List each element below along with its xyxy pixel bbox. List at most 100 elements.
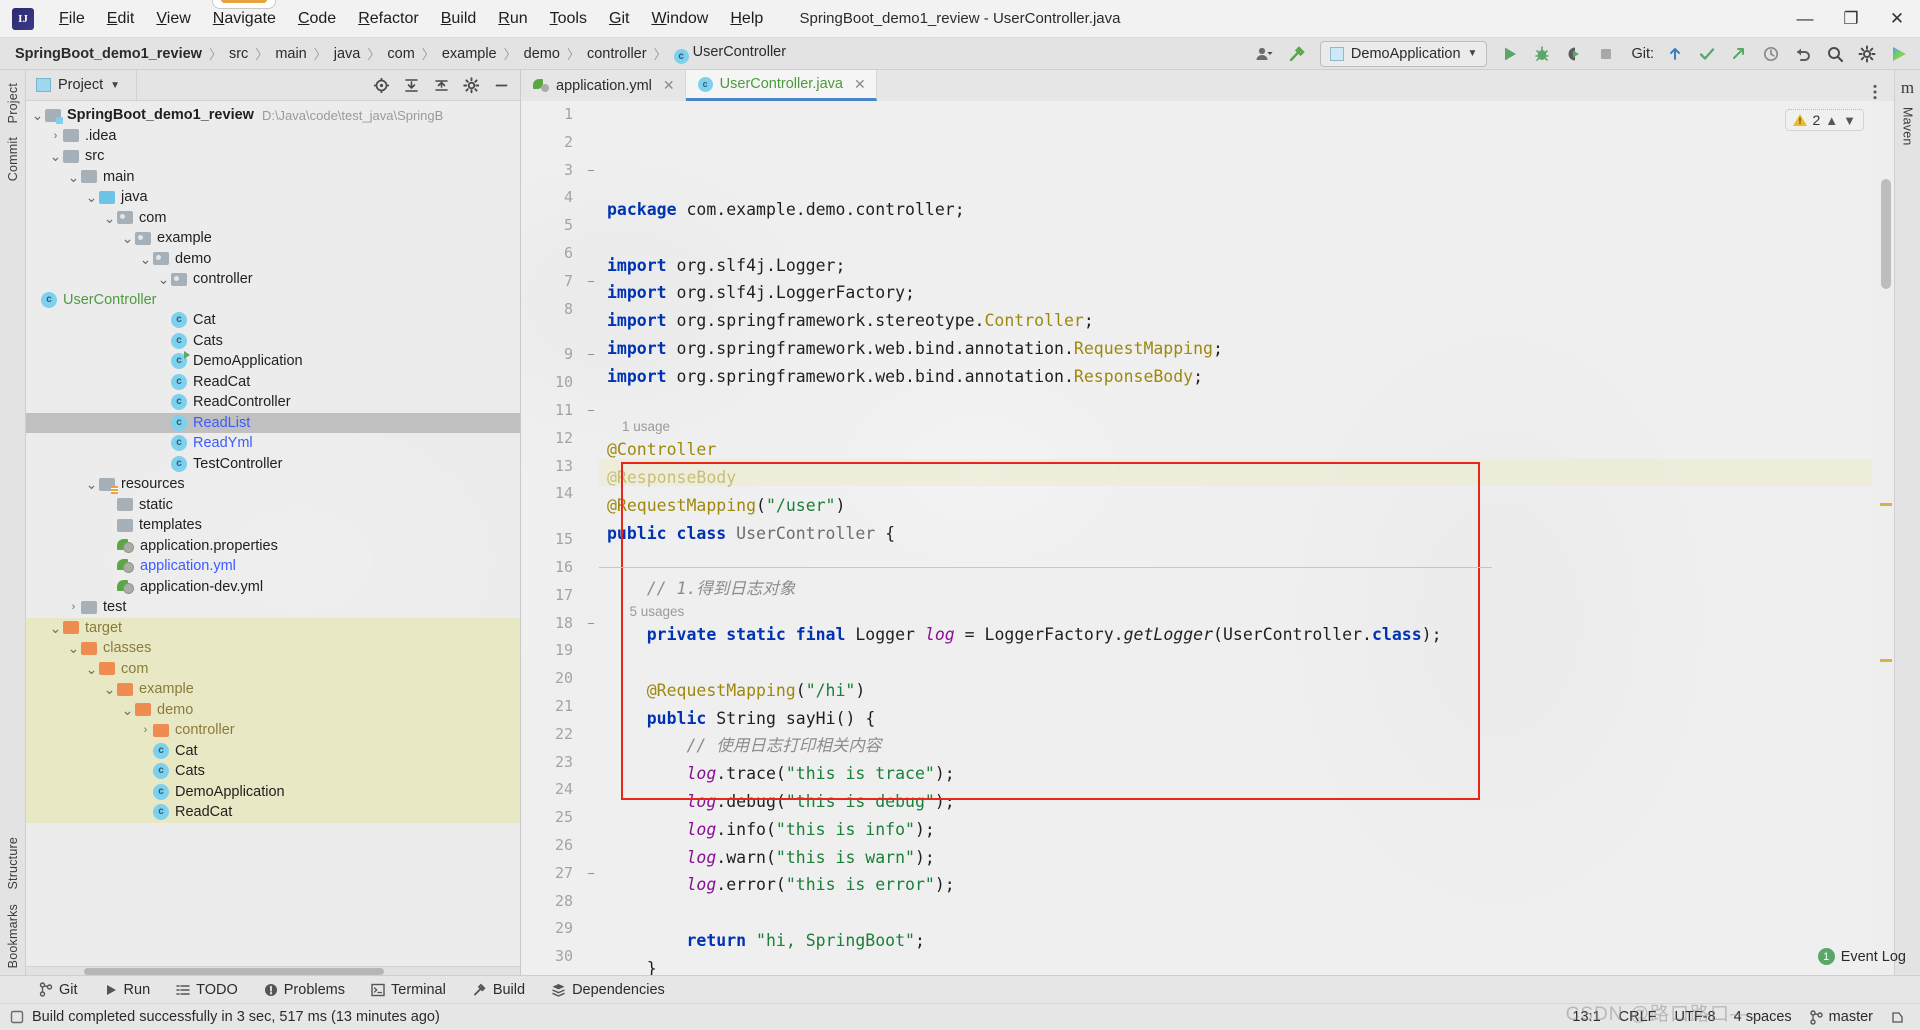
rail-item-commit[interactable]: Commit bbox=[6, 130, 20, 188]
chevron-down-icon[interactable]: ⌄ bbox=[48, 621, 63, 635]
tree-node-testcontroller[interactable]: c TestController bbox=[26, 454, 520, 475]
maximize-button[interactable]: ❐ bbox=[1828, 0, 1874, 38]
breadcrumb-item-src[interactable]: src bbox=[224, 44, 253, 64]
tree-node-main[interactable]: ⌄ main bbox=[26, 167, 520, 188]
line-number[interactable]: 7 bbox=[521, 268, 573, 296]
project-horizontal-scrollbar[interactable] bbox=[26, 966, 520, 975]
build-status[interactable]: Build completed successfully in 3 sec, 5… bbox=[10, 1009, 440, 1025]
tree-node-templates[interactable]: templates bbox=[26, 515, 520, 536]
tool-window-button-run[interactable]: Run bbox=[91, 976, 164, 1004]
previous-problem-icon[interactable]: ▲ bbox=[1825, 113, 1838, 128]
rail-item-bookmarks[interactable]: Bookmarks bbox=[6, 897, 20, 975]
line-number[interactable] bbox=[521, 508, 573, 526]
tree-node-controller[interactable]: › controller bbox=[26, 720, 520, 741]
tree-node-readcat[interactable]: c ReadCat bbox=[26, 372, 520, 393]
project-settings-gear-icon[interactable] bbox=[456, 72, 486, 98]
project-title[interactable]: Project ▼ bbox=[26, 77, 130, 93]
line-number[interactable]: 28 bbox=[521, 888, 573, 916]
tree-node-target[interactable]: ⌄ target bbox=[26, 617, 520, 638]
tree-node-cats[interactable]: c Cats bbox=[26, 761, 520, 782]
chevron-down-icon[interactable]: ⌄ bbox=[102, 211, 117, 225]
next-problem-icon[interactable]: ▼ bbox=[1843, 113, 1856, 128]
line-number[interactable]: 3 bbox=[521, 157, 573, 185]
tree-node-demoapplication[interactable]: c DemoApplication bbox=[26, 781, 520, 802]
debug-icon[interactable] bbox=[1527, 41, 1557, 67]
line-number[interactable]: 29 bbox=[521, 915, 573, 943]
menu-item-code[interactable]: Code bbox=[287, 5, 347, 33]
chevron-down-icon[interactable]: ⌄ bbox=[48, 149, 63, 163]
menu-item-run[interactable]: Run bbox=[487, 5, 538, 33]
chevron-down-icon[interactable]: ⌄ bbox=[30, 108, 45, 122]
git-branch-widget[interactable]: master bbox=[1809, 1009, 1873, 1025]
git-history-icon[interactable] bbox=[1756, 41, 1786, 67]
rail-item-maven[interactable]: Maven bbox=[1901, 100, 1915, 153]
line-number[interactable]: 20 bbox=[521, 665, 573, 693]
tree-node-example[interactable]: ⌄ example bbox=[26, 228, 520, 249]
breadcrumb-item-com[interactable]: com bbox=[382, 44, 419, 64]
run-icon[interactable] bbox=[1495, 41, 1525, 67]
breadcrumb-item-java[interactable]: java bbox=[329, 44, 366, 64]
run-configuration-selector[interactable]: DemoApplication ▼ bbox=[1319, 40, 1488, 67]
tree-node-readyml[interactable]: c ReadYml bbox=[26, 433, 520, 454]
menu-item-view[interactable]: View bbox=[145, 5, 201, 33]
tree-node-usercontroller[interactable]: c UserController bbox=[26, 290, 520, 311]
chevron-right-icon[interactable]: › bbox=[48, 130, 63, 142]
breadcrumb-item-example[interactable]: example bbox=[437, 44, 502, 64]
menu-item-edit[interactable]: Edit bbox=[96, 5, 146, 33]
tree-node-application-dev-yml[interactable]: application-dev.yml bbox=[26, 577, 520, 598]
fold-toggle-icon[interactable]: − bbox=[583, 860, 599, 888]
line-number[interactable]: 19 bbox=[521, 637, 573, 665]
line-number[interactable]: 8 bbox=[521, 296, 573, 324]
fold-toggle-icon[interactable]: − bbox=[583, 397, 599, 425]
tree-node-cats[interactable]: c Cats bbox=[26, 331, 520, 352]
warning-marker[interactable] bbox=[1880, 503, 1892, 506]
tree-node-readlist[interactable]: c ReadList bbox=[26, 412, 520, 433]
close-icon[interactable]: ✕ bbox=[854, 76, 866, 93]
tree-node-resources[interactable]: ⌄ resources bbox=[26, 474, 520, 495]
search-everywhere-icon[interactable] bbox=[1820, 41, 1850, 67]
line-number[interactable]: 12 bbox=[521, 425, 573, 453]
code-vision-hint[interactable]: 5 usages bbox=[607, 603, 1872, 621]
line-number[interactable]: 27 bbox=[521, 860, 573, 888]
menu-item-tools[interactable]: Tools bbox=[539, 5, 598, 33]
warning-marker[interactable] bbox=[1880, 659, 1892, 662]
file-encoding[interactable]: UTF-8 bbox=[1675, 1009, 1716, 1025]
line-number[interactable]: 4 bbox=[521, 184, 573, 212]
chevron-right-icon[interactable]: › bbox=[138, 724, 153, 736]
tree-node-cat[interactable]: c Cat bbox=[26, 310, 520, 331]
chevron-down-icon[interactable]: ⌄ bbox=[120, 231, 135, 245]
menu-item-help[interactable]: Help bbox=[719, 5, 774, 33]
chevron-down-icon[interactable]: ⌄ bbox=[138, 252, 153, 266]
line-number[interactable]: 14 bbox=[521, 480, 573, 508]
tree-node-demoapplication[interactable]: c DemoApplication bbox=[26, 351, 520, 372]
indent-setting[interactable]: 4 spaces bbox=[1734, 1009, 1792, 1025]
line-number-gutter[interactable]: 1 2 3 4 5 6 7 8 9 10 11 12 13 14 15 16 17 18 19 20 21 22 23 24 2… bbox=[521, 101, 583, 975]
inspection-widget[interactable]: 2 ▲ ▼ bbox=[1785, 109, 1864, 131]
analysis-gutter[interactable] bbox=[1872, 101, 1894, 975]
select-opened-file-icon[interactable] bbox=[366, 72, 396, 98]
breadcrumb-item-controller[interactable]: controller bbox=[582, 44, 652, 64]
code-vision-hint[interactable]: 1 usage bbox=[607, 418, 1872, 436]
source-code[interactable]: package com.example.demo.controller; impo… bbox=[599, 101, 1872, 975]
settings-gear-icon[interactable] bbox=[1852, 41, 1882, 67]
hide-panel-icon[interactable] bbox=[486, 72, 516, 98]
run-with-coverage-icon[interactable] bbox=[1559, 41, 1589, 67]
breadcrumb-item-demo[interactable]: demo bbox=[519, 44, 565, 64]
tool-window-button-build[interactable]: Build bbox=[459, 976, 538, 1004]
menu-item-refactor[interactable]: Refactor bbox=[347, 5, 429, 33]
editor-scrollbar-thumb[interactable] bbox=[1881, 179, 1891, 289]
editor-tab-application-yml[interactable]: application.yml ✕ bbox=[521, 70, 686, 101]
editor-tab-options-icon[interactable] bbox=[1866, 83, 1894, 101]
tree-node-com[interactable]: ⌄ com bbox=[26, 658, 520, 679]
fold-toggle-icon[interactable]: − bbox=[583, 157, 599, 185]
stop-icon[interactable] bbox=[1591, 41, 1621, 67]
chevron-down-icon[interactable]: ⌄ bbox=[102, 682, 117, 696]
code-folding-gutter[interactable]: − − − − − − bbox=[583, 101, 599, 975]
tree-node-readcontroller[interactable]: c ReadController bbox=[26, 392, 520, 413]
hammer-build-icon[interactable] bbox=[1282, 41, 1312, 67]
tool-window-button-todo[interactable]: TODO bbox=[163, 976, 251, 1004]
minimize-button[interactable]: — bbox=[1782, 0, 1828, 38]
tree-node-springboot-demo1-review[interactable]: ⌄ SpringBoot_demo1_review D:\Java\code\tes… bbox=[26, 105, 520, 126]
tree-node-readcat[interactable]: c ReadCat bbox=[26, 802, 520, 823]
tool-window-button-problems[interactable]: Problems bbox=[251, 976, 358, 1004]
